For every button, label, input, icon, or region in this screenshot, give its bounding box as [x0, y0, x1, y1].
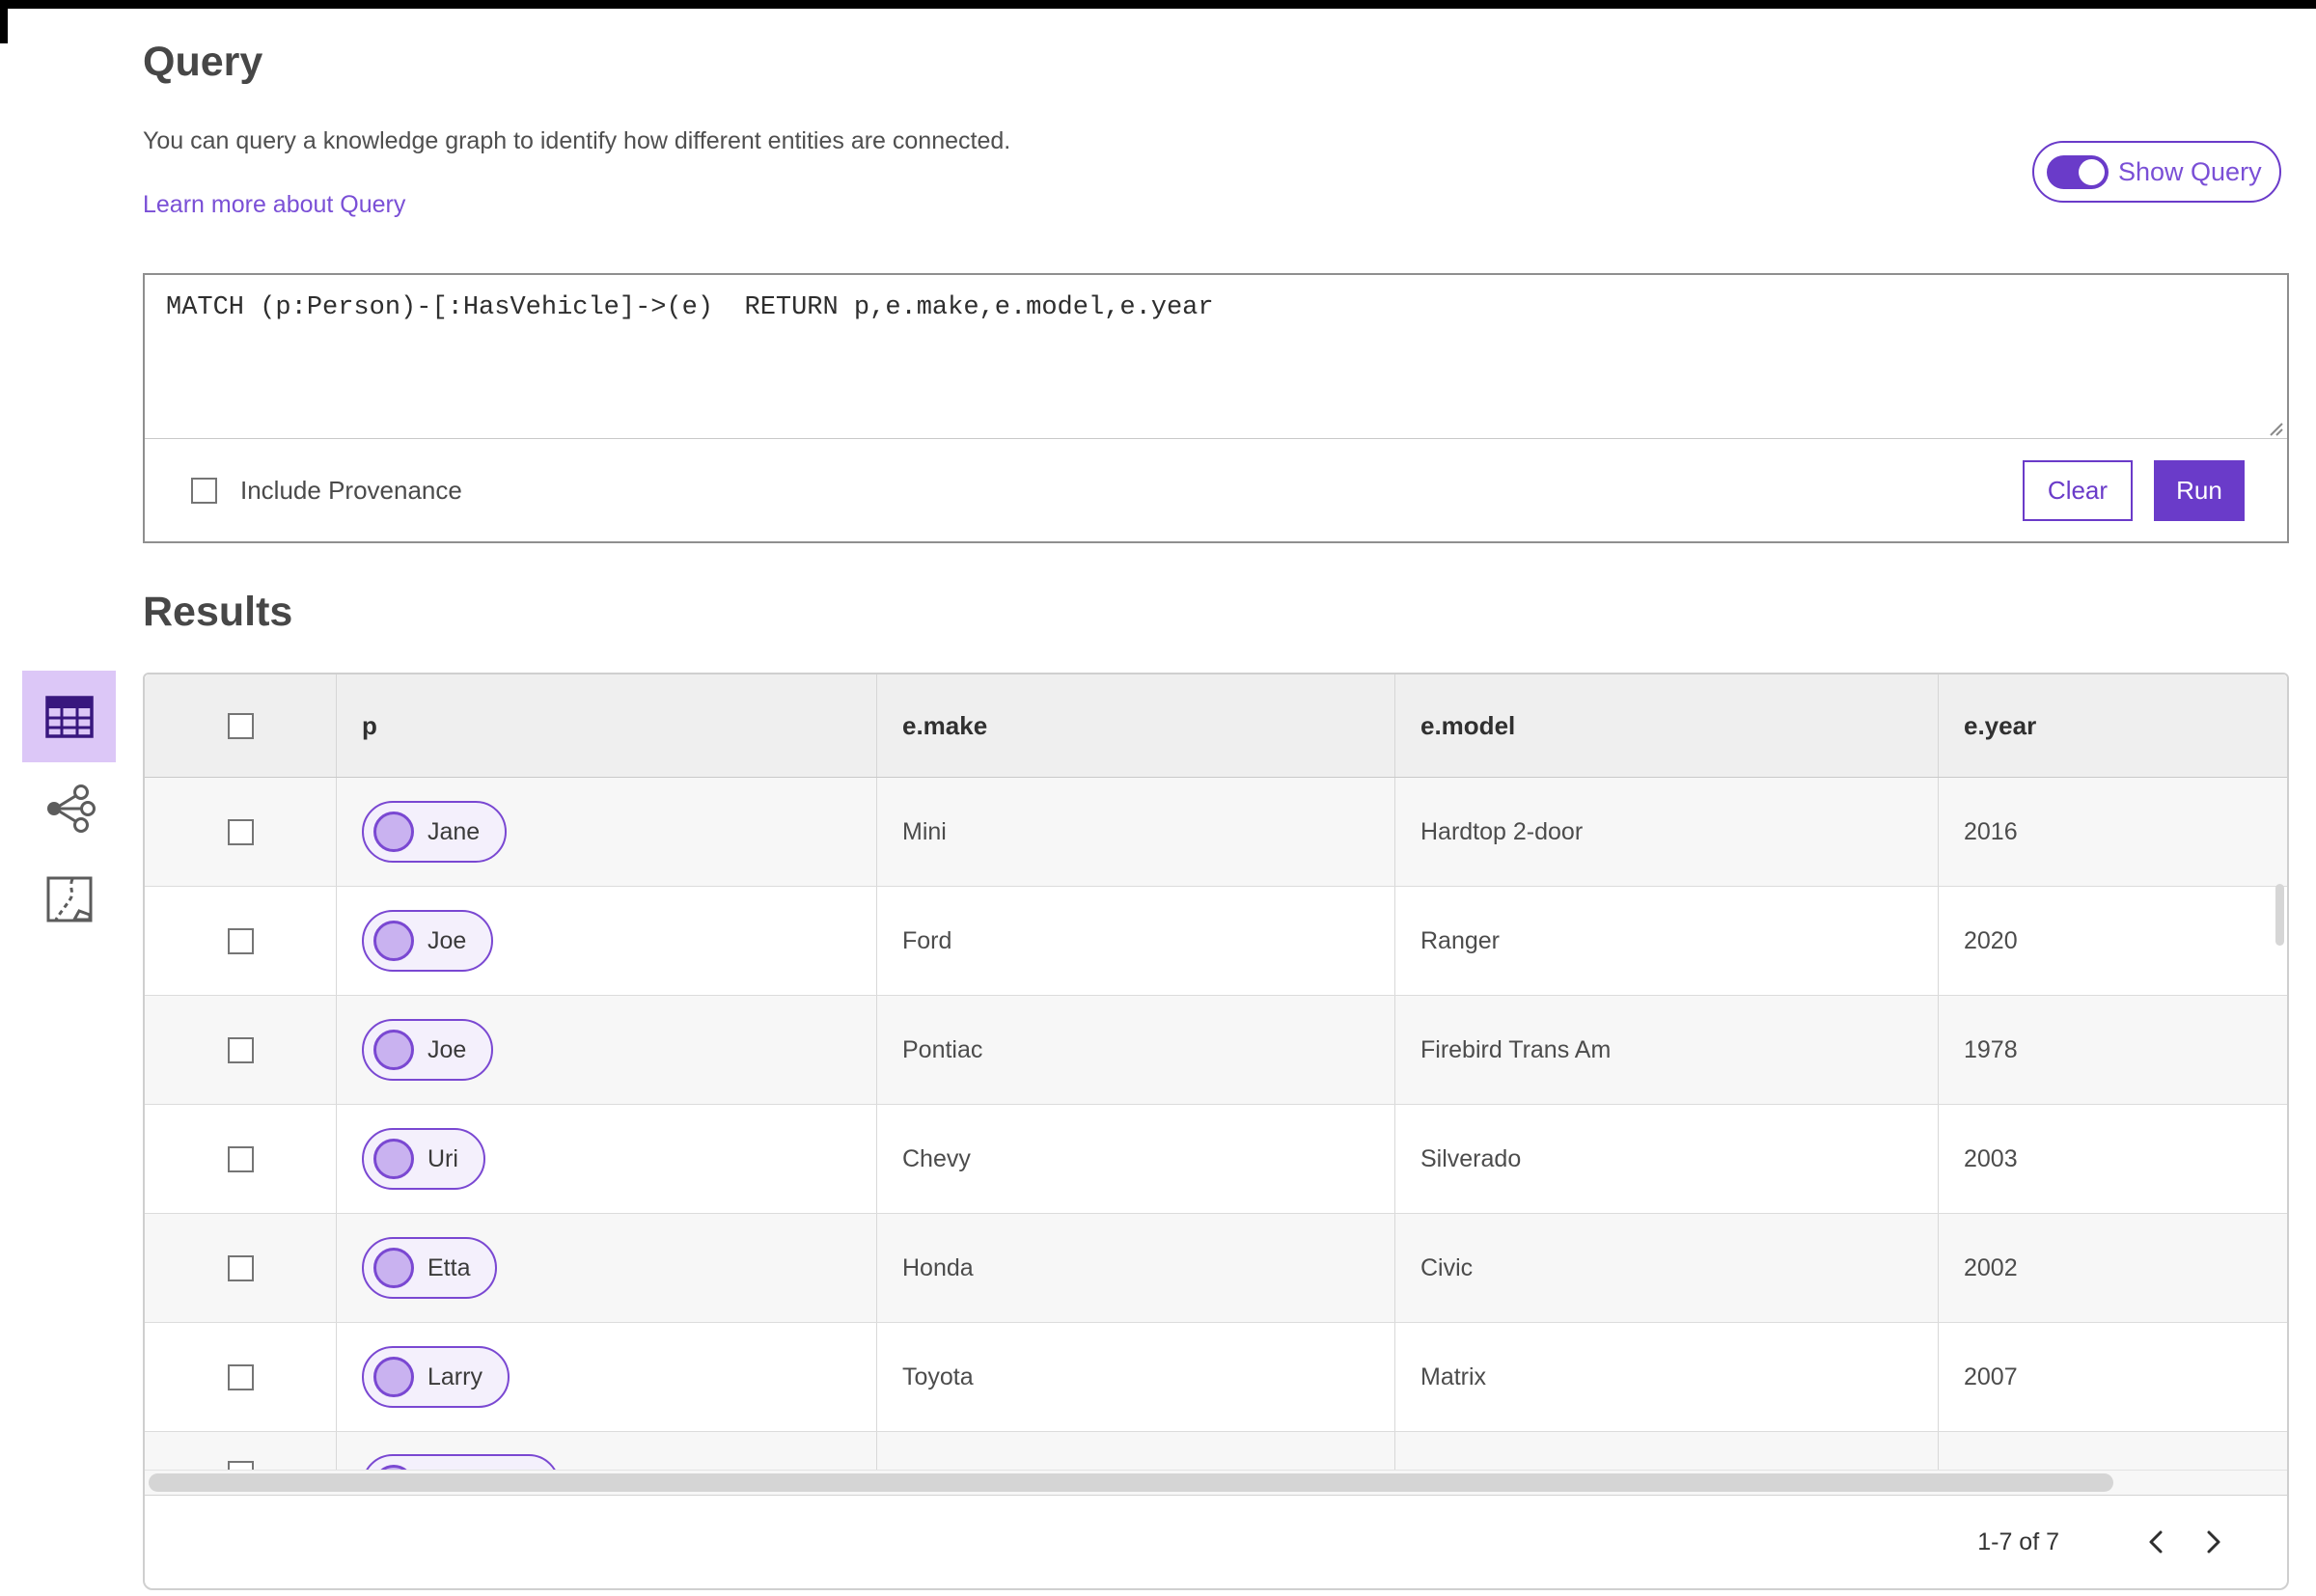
horizontal-scrollbar[interactable] [145, 1470, 2287, 1495]
window-left-border [0, 0, 8, 43]
window-top-border [0, 0, 2316, 9]
person-chip[interactable]: Etta [362, 1237, 498, 1299]
run-button[interactable]: Run [2154, 460, 2245, 521]
show-query-toggle[interactable]: Show Query [2032, 141, 2281, 203]
link-chart-view-icon [47, 784, 96, 833]
cell-e-year: 2007 [1964, 1362, 2018, 1390]
map-view-button[interactable] [44, 874, 95, 924]
column-header-e-year[interactable]: e.year [1939, 674, 2287, 777]
person-chip[interactable] [362, 1454, 560, 1470]
p-chip-label: Joe [427, 1035, 467, 1063]
include-provenance-label: Include Provenance [240, 476, 462, 505]
row-checkbox[interactable] [227, 1254, 254, 1281]
results-title: Results [143, 589, 293, 635]
cell-e-year: 2003 [1964, 1144, 2018, 1172]
person-node-icon [373, 921, 414, 961]
table-row: Jane Mini Hardtop 2-door 2016 [145, 778, 2287, 886]
table-row: Joe Pontiac Firebird Trans Am 1978 [145, 995, 2287, 1104]
row-checkbox[interactable] [227, 1036, 254, 1063]
row-checkbox[interactable] [227, 1145, 254, 1172]
query-editor-panel: MATCH (p:Person)-[:HasVehicle]->(e) RETU… [143, 273, 2289, 543]
table-row: Uri Chevy Silverado 2003 [145, 1104, 2287, 1213]
column-header-e-model[interactable]: e.model [1395, 674, 1939, 777]
p-chip-label: Larry [427, 1362, 482, 1390]
chevron-left-icon [2149, 1530, 2163, 1554]
results-table: p e.make e.model e.year Jane Mini Hardto… [143, 673, 2289, 1590]
cell-e-year: 2020 [1964, 926, 2018, 954]
person-chip[interactable]: Uri [362, 1128, 485, 1190]
horizontal-scrollbar-thumb[interactable] [149, 1473, 2113, 1492]
cell-e-make: Ford [877, 887, 1395, 995]
cell-e-year: 1978 [1964, 1035, 2018, 1063]
cell-e-make: Mini [877, 778, 1395, 886]
row-checkbox[interactable] [227, 1461, 254, 1470]
vertical-scrollbar-thumb[interactable] [2275, 884, 2284, 946]
cell-e-model: Ranger [1395, 887, 1939, 995]
cell-e-year: 2016 [1964, 817, 2018, 845]
page-title: Query [143, 39, 263, 85]
pagination-range: 1-7 of 7 [1977, 1527, 2059, 1555]
person-node-icon [373, 1248, 414, 1288]
select-all-checkbox[interactable] [227, 712, 254, 739]
toggle-switch-icon [2047, 154, 2109, 189]
cell-e-model: Matrix [1395, 1323, 1939, 1431]
link-chart-view-button[interactable] [42, 782, 96, 836]
table-footer: 1-7 of 7 [145, 1495, 2287, 1588]
person-chip[interactable]: Joe [362, 910, 494, 972]
table-row [145, 1431, 2287, 1470]
pagination-next-button[interactable] [2185, 1513, 2243, 1571]
table-view-icon [44, 695, 94, 738]
cell-e-model: Firebird Trans Am [1395, 996, 1939, 1104]
p-chip-label: Joe [427, 926, 467, 954]
cell-e-model [1395, 1432, 1939, 1470]
cell-e-year [1939, 1432, 2287, 1470]
person-chip[interactable]: Larry [362, 1346, 510, 1408]
table-row: Etta Honda Civic 2002 [145, 1213, 2287, 1322]
cell-e-model: Civic [1395, 1214, 1939, 1322]
column-header-e-make[interactable]: e.make [877, 674, 1395, 777]
person-node-icon [373, 812, 414, 852]
p-chip-label: Uri [427, 1144, 458, 1172]
row-checkbox[interactable] [227, 927, 254, 954]
table-row: Larry Toyota Matrix 2007 [145, 1322, 2287, 1431]
cell-e-year: 2002 [1964, 1253, 2018, 1281]
show-query-label: Show Query [2118, 156, 2262, 186]
query-page: Query You can query a knowledge graph to… [0, 0, 2316, 1596]
person-node-icon [373, 1357, 414, 1397]
person-node-icon [373, 1030, 414, 1070]
chevron-right-icon [2207, 1530, 2220, 1554]
learn-more-link[interactable]: Learn more about Query [143, 191, 405, 219]
cell-e-make [877, 1432, 1395, 1470]
map-view-icon [46, 876, 93, 922]
query-panel-footer: Include Provenance Clear Run [145, 440, 2287, 541]
cell-e-make: Toyota [877, 1323, 1395, 1431]
table-header-row: p e.make e.model e.year [145, 674, 2287, 778]
person-chip[interactable]: Jane [362, 801, 508, 863]
table-body: Jane Mini Hardtop 2-door 2016 Joe Ford R… [145, 778, 2287, 1470]
cell-e-model: Silverado [1395, 1105, 1939, 1213]
resize-grip-icon[interactable] [2263, 416, 2284, 437]
table-view-button[interactable] [22, 671, 116, 762]
p-chip-label: Jane [427, 817, 481, 845]
cell-e-model: Hardtop 2-door [1395, 778, 1939, 886]
pagination-prev-button[interactable] [2127, 1513, 2185, 1571]
query-description: You can query a knowledge graph to ident… [143, 127, 1011, 154]
person-chip[interactable]: Joe [362, 1019, 494, 1081]
person-node-icon [373, 1139, 414, 1179]
row-checkbox[interactable] [227, 1363, 254, 1390]
p-chip-label: Etta [427, 1253, 471, 1281]
cell-e-make: Pontiac [877, 996, 1395, 1104]
clear-button[interactable]: Clear [2023, 460, 2133, 521]
toggle-knob [2079, 158, 2105, 185]
cell-e-make: Chevy [877, 1105, 1395, 1213]
column-header-p[interactable]: p [337, 674, 877, 777]
cell-e-make: Honda [877, 1214, 1395, 1322]
include-provenance-checkbox[interactable] [191, 478, 217, 504]
row-checkbox[interactable] [227, 818, 254, 845]
table-row: Joe Ford Ranger 2020 [145, 886, 2287, 995]
query-input[interactable]: MATCH (p:Person)-[:HasVehicle]->(e) RETU… [145, 275, 2287, 439]
